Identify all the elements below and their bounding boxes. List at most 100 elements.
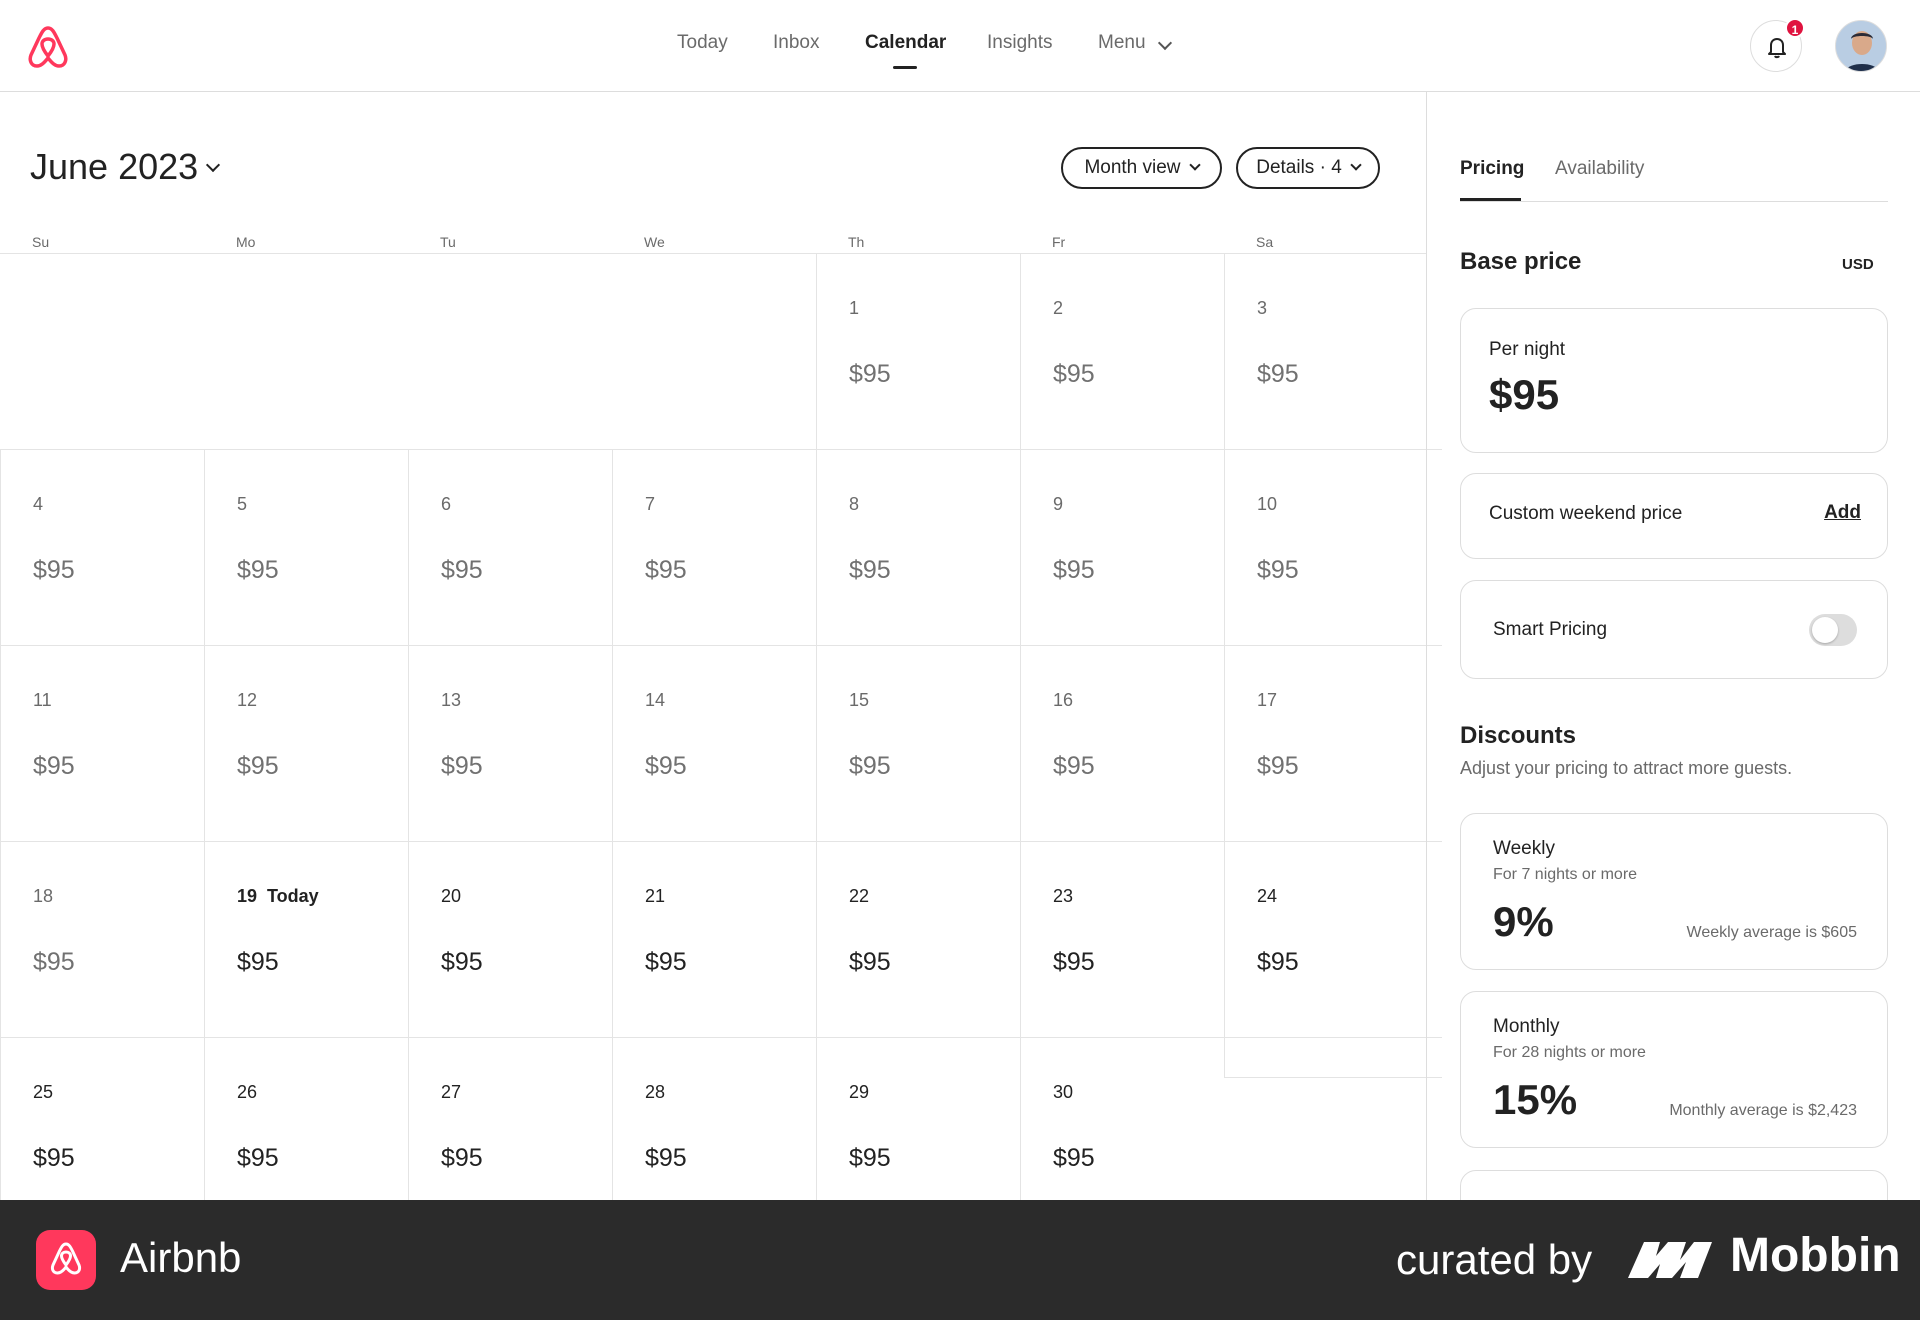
day-number: 9 — [1053, 494, 1064, 514]
empty-trailing-day — [1224, 1038, 1442, 1078]
custom-weekend-card[interactable]: Custom weekend price Add — [1460, 473, 1888, 559]
avatar[interactable] — [1835, 20, 1887, 72]
nav-insights[interactable]: Insights — [987, 32, 1052, 54]
weekday-su: Su — [32, 234, 50, 250]
calendar-day[interactable]: 14 $95 — [612, 646, 816, 842]
tab-availability[interactable]: Availability — [1555, 158, 1644, 180]
calendar-day[interactable]: 3 $95 — [1224, 254, 1442, 450]
calendar-day[interactable]: 15 $95 — [816, 646, 1020, 842]
monthly-discount-card[interactable]: Monthly For 28 nights or more 15% Monthl… — [1460, 991, 1888, 1148]
weekly-discount-card[interactable]: Weekly For 7 nights or more 9% Weekly av… — [1460, 813, 1888, 970]
day-number: 19 — [237, 886, 258, 906]
notification-badge: 1 — [1785, 18, 1805, 38]
calendar-day[interactable]: 10 $95 — [1224, 450, 1442, 646]
calendar-day[interactable]: 19 Today $95 — [204, 842, 408, 1038]
curated-by-label: curated by — [1396, 1236, 1593, 1283]
calendar-day[interactable]: 1 $95 — [816, 254, 1020, 450]
calendar-day[interactable]: 22 $95 — [816, 842, 1020, 1038]
calendar-day[interactable]: 20 $95 — [408, 842, 612, 1038]
day-number: 2 — [1053, 298, 1064, 318]
today-label: Today — [267, 886, 319, 906]
calendar-day[interactable]: 11 $95 — [0, 646, 204, 842]
nav-inbox[interactable]: Inbox — [773, 32, 819, 54]
per-night-card[interactable]: Per night $95 — [1460, 308, 1888, 453]
calendar-day[interactable]: 5 $95 — [204, 450, 408, 646]
day-price: $95 — [1053, 360, 1095, 388]
day-price: $95 — [849, 752, 891, 780]
smart-pricing-toggle[interactable] — [1809, 614, 1857, 646]
smart-pricing-card: Smart Pricing — [1460, 580, 1888, 679]
add-weekend-price-link[interactable]: Add — [1824, 502, 1861, 524]
day-price: $95 — [1053, 948, 1095, 976]
month-view-button[interactable]: Month view — [1061, 147, 1222, 189]
calendar-day[interactable]: 23 $95 — [1020, 842, 1224, 1038]
weekday-fr: Fr — [1052, 234, 1066, 250]
calendar-day[interactable]: 24 $95 — [1224, 842, 1442, 1038]
discounts-title: Discounts — [1460, 722, 1577, 749]
calendar-day[interactable]: 6 $95 — [408, 450, 612, 646]
day-price: $95 — [33, 948, 75, 976]
weekday-sa: Sa — [1256, 234, 1274, 250]
day-price: $95 — [1257, 556, 1299, 584]
nav-calendar[interactable]: Calendar — [865, 32, 946, 54]
day-number: 4 — [33, 494, 44, 514]
month-selector[interactable]: June 2023 — [30, 146, 198, 188]
bell-icon — [1768, 38, 1786, 59]
calendar-day[interactable]: 13 $95 — [408, 646, 612, 842]
calendar-day[interactable]: 8 $95 — [816, 450, 1020, 646]
weekly-discount-name: Weekly — [1493, 838, 1555, 859]
monthly-discount-condition: For 28 nights or more — [1493, 1044, 1646, 1061]
chevron-down-icon — [1157, 35, 1173, 51]
day-number: 22 — [849, 886, 870, 906]
calendar-day[interactable]: 4 $95 — [0, 450, 204, 646]
month-view-label: Month view — [1084, 157, 1181, 178]
day-number: 23 — [1053, 886, 1074, 906]
calendar-day[interactable]: 7 $95 — [612, 450, 816, 646]
day-number: 8 — [849, 494, 860, 514]
day-number: 11 — [33, 690, 52, 710]
day-number: 30 — [1053, 1082, 1074, 1102]
empty-leading-days — [0, 254, 816, 450]
day-price: $95 — [849, 556, 891, 584]
per-night-label: Per night — [1489, 339, 1566, 360]
tab-divider — [1460, 201, 1888, 202]
day-number: 26 — [237, 1082, 258, 1102]
day-price: $95 — [1053, 556, 1095, 584]
day-price: $95 — [441, 752, 483, 780]
nav-today[interactable]: Today — [677, 32, 728, 54]
weekly-discount-value: 9% — [1493, 898, 1554, 945]
calendar-day[interactable]: 16 $95 — [1020, 646, 1224, 842]
day-price: $95 — [849, 948, 891, 976]
day-number: 25 — [33, 1082, 54, 1102]
day-number: 17 — [1257, 690, 1278, 710]
calendar-day[interactable]: 21 $95 — [612, 842, 816, 1038]
calendar-day[interactable]: 9 $95 — [1020, 450, 1224, 646]
calendar-day[interactable]: 2 $95 — [1020, 254, 1224, 450]
day-number: 7 — [645, 494, 656, 514]
calendar-day[interactable]: 17 $95 — [1224, 646, 1442, 842]
day-price: $95 — [1053, 752, 1095, 780]
footer-banner: Airbnb curated by Mobbin — [0, 1200, 1920, 1320]
airbnb-logo-icon — [50, 1242, 82, 1275]
panel-divider — [1426, 92, 1427, 1200]
details-button[interactable]: Details · 4 — [1236, 147, 1380, 189]
calendar-day[interactable]: 18 $95 — [0, 842, 204, 1038]
tab-pricing[interactable]: Pricing — [1460, 158, 1524, 180]
day-number: 5 — [237, 494, 248, 514]
calendar-day[interactable]: 12 $95 — [204, 646, 408, 842]
day-number: 18 — [33, 886, 54, 906]
base-price-title: Base price — [1460, 248, 1582, 275]
chevron-down-icon[interactable] — [205, 157, 221, 173]
day-number: 3 — [1257, 298, 1268, 318]
day-price: $95 — [441, 556, 483, 584]
discounts-subtitle: Adjust your pricing to attract more gues… — [1460, 758, 1793, 778]
day-price: $95 — [33, 752, 75, 780]
weekday-tu: Tu — [440, 234, 456, 250]
nav-menu[interactable]: Menu — [1098, 32, 1146, 54]
day-price: $95 — [1257, 360, 1299, 388]
day-price: $95 — [645, 948, 687, 976]
day-price: $95 — [237, 752, 279, 780]
day-number: 16 — [1053, 690, 1074, 710]
day-price: $95 — [441, 948, 483, 976]
airbnb-app-icon — [36, 1230, 96, 1290]
